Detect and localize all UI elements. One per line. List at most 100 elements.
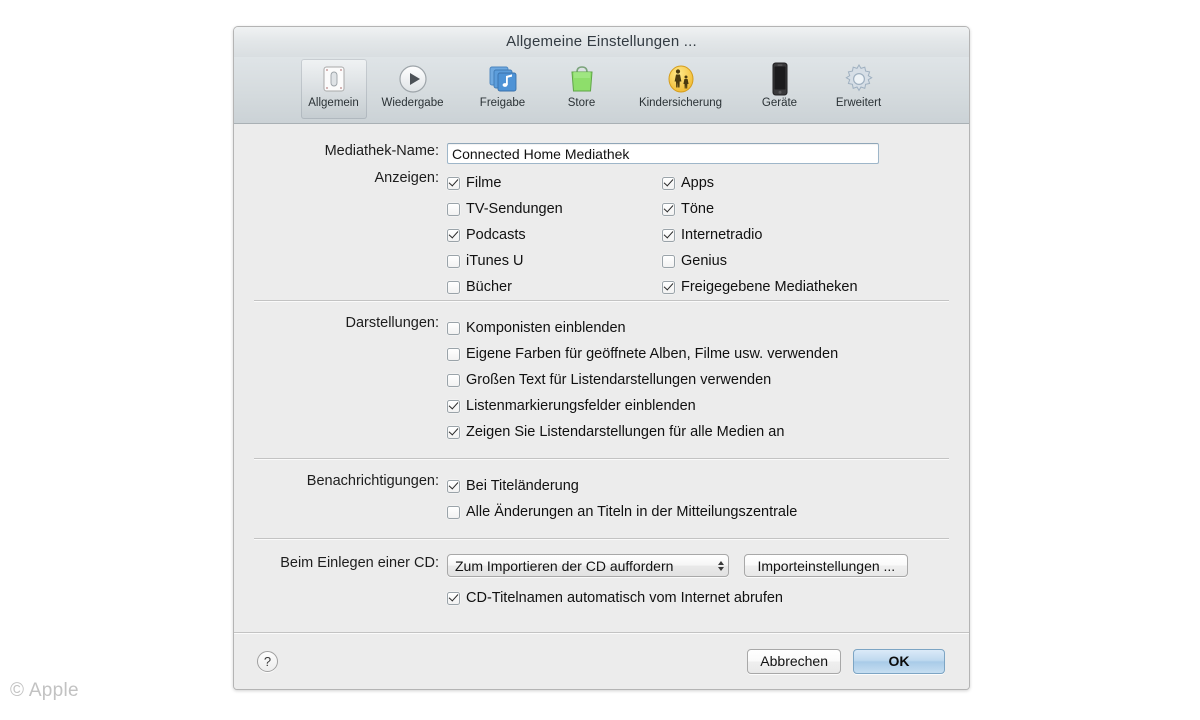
checkbox-label: Freigegebene Mediatheken	[681, 279, 858, 295]
checkbox-label: Genius	[681, 253, 727, 269]
checkbox-row-podcasts[interactable]: Podcasts	[447, 222, 662, 248]
checkbox-tv-sendungen[interactable]	[447, 202, 460, 216]
checkbox-label: iTunes U	[466, 253, 524, 269]
checkbox-row-grosser-text[interactable]: Großen Text für Listendarstellungen verw…	[447, 367, 969, 393]
screenshot-root: Allgemeine Einstellungen ... Allgemein W…	[0, 0, 1200, 720]
checkbox-label: Zeigen Sie Listendarstellungen für alle …	[466, 424, 785, 440]
checkbox-row-toene[interactable]: Töne	[662, 196, 962, 222]
checkbox-itunes-u[interactable]	[447, 254, 460, 268]
checkbox-row-buecher[interactable]: Bücher	[447, 274, 662, 300]
checkbox-row-eigene-farben[interactable]: Eigene Farben für geöffnete Alben, Filme…	[447, 341, 969, 367]
checkbox-row-alle-aenderungen[interactable]: Alle Änderungen an Titeln in der Mitteil…	[447, 499, 969, 525]
library-name-input-wrap	[447, 143, 879, 164]
section-notifications: Benachrichtigungen: Bei Titeländerung Al…	[234, 459, 969, 538]
checkbox-row-listenmarkierungsfelder[interactable]: Listenmarkierungsfelder einblenden	[447, 393, 969, 419]
checkbox-filme[interactable]	[447, 176, 460, 190]
checkbox-label: Bücher	[466, 279, 512, 295]
checkbox-label: Listenmarkierungsfelder einblenden	[466, 398, 696, 414]
window-title: Allgemeine Einstellungen ...	[506, 33, 697, 50]
checkbox-freigegebene-mediatheken[interactable]	[662, 280, 675, 294]
checkbox-listendarstellungen-alle-medien[interactable]	[447, 425, 460, 439]
watermark: © Apple	[10, 680, 79, 701]
notifications-label: Benachrichtigungen:	[306, 473, 439, 489]
checkbox-apps[interactable]	[662, 176, 675, 190]
toolbar-label: Store	[567, 97, 596, 109]
section-views: Darstellungen: Komponisten einblenden Ei…	[234, 301, 969, 458]
checkbox-row-listendarstellungen-alle-medien[interactable]: Zeigen Sie Listendarstellungen für alle …	[447, 419, 969, 445]
checkbox-row-freigegebene-mediatheken[interactable]: Freigegebene Mediatheken	[662, 274, 962, 300]
toolbar-item-store[interactable]: Store	[549, 59, 615, 119]
toolbar-item-kindersicherung[interactable]: Kindersicherung	[617, 59, 745, 119]
checkbox-listenmarkierungsfelder[interactable]	[447, 399, 460, 413]
library-name-input[interactable]	[447, 143, 879, 164]
checkbox-internetradio[interactable]	[662, 228, 675, 242]
checkbox-grossen-text[interactable]	[447, 373, 460, 387]
preferences-pane: Mediathek-Name: Anzeigen:	[234, 124, 969, 632]
checkbox-row-internetradio[interactable]: Internetradio	[662, 222, 962, 248]
checkbox-bei-titelaenderung[interactable]	[447, 479, 460, 493]
window-titlebar[interactable]: Allgemeine Einstellungen ...	[234, 27, 969, 57]
section-show: Anzeigen: Filme TV-Sendungen Podcasts iT…	[234, 164, 969, 300]
cancel-button[interactable]: Abbrechen	[747, 648, 841, 674]
toolbar-label: Wiedergabe	[381, 97, 444, 109]
section-cd: Beim Einlegen einer CD: Zum Importieren …	[234, 539, 969, 625]
checkbox-alle-aenderungen[interactable]	[447, 505, 460, 519]
devices-iphone-icon	[763, 62, 797, 96]
toolbar-label: Freigabe	[479, 97, 526, 109]
parental-control-icon	[664, 62, 698, 96]
checkbox-toene[interactable]	[662, 202, 675, 216]
checkbox-row-bei-titelaenderung[interactable]: Bei Titeländerung	[447, 473, 969, 499]
checkbox-genius[interactable]	[662, 254, 675, 268]
cd-action-popup[interactable]: Zum Importieren der CD auffordern	[447, 554, 729, 577]
section-library-name: Mediathek-Name:	[234, 124, 969, 164]
playback-play-icon	[396, 62, 430, 96]
advanced-gear-icon	[842, 62, 876, 96]
checkbox-podcasts[interactable]	[447, 228, 460, 242]
toolbar-item-freigabe[interactable]: Freigabe	[459, 59, 547, 119]
checkbox-eigene-farben[interactable]	[447, 347, 460, 361]
toolbar-item-wiedergabe[interactable]: Wiedergabe	[369, 59, 457, 119]
checkbox-cd-titelnamen[interactable]	[447, 591, 460, 605]
show-column-left: Filme TV-Sendungen Podcasts iTunes U Büc…	[447, 170, 662, 300]
cd-action-popup-value: Zum Importieren der CD auffordern	[455, 557, 674, 574]
checkbox-label: Podcasts	[466, 227, 526, 243]
show-column-right: Apps Töne Internetradio Genius Freigegeb…	[662, 170, 962, 300]
checkbox-label: Filme	[466, 175, 502, 191]
checkbox-label: Apps	[681, 175, 715, 191]
toolbar-label: Allgemein	[308, 97, 359, 109]
general-icon	[317, 62, 351, 96]
checkbox-label: CD-Titelnamen automatisch vom Internet a…	[466, 590, 783, 606]
preferences-window: Allgemeine Einstellungen ... Allgemein W…	[233, 26, 970, 690]
checkbox-label: Töne	[681, 201, 715, 217]
checkbox-row-filme[interactable]: Filme	[447, 170, 662, 196]
toolbar-label: Kindersicherung	[638, 97, 723, 109]
toolbar-label: Geräte	[761, 97, 798, 109]
checkbox-row-komponisten[interactable]: Komponisten einblenden	[447, 315, 969, 341]
toolbar-item-allgemein[interactable]: Allgemein	[300, 59, 367, 119]
checkbox-komponisten-einblenden[interactable]	[447, 321, 460, 335]
toolbar-item-geraete[interactable]: Geräte	[747, 59, 813, 119]
checkbox-label: Großen Text für Listendarstellungen verw…	[466, 372, 772, 388]
checkbox-buecher[interactable]	[447, 280, 460, 294]
checkbox-label: TV-Sendungen	[466, 201, 563, 217]
sharing-icon	[486, 62, 520, 96]
ok-button[interactable]: OK	[853, 648, 945, 674]
checkbox-row-apps[interactable]: Apps	[662, 170, 962, 196]
checkbox-row-itunes-u[interactable]: iTunes U	[447, 248, 662, 274]
checkbox-row-tv-sendungen[interactable]: TV-Sendungen	[447, 196, 662, 222]
checkbox-label: Alle Änderungen an Titeln in der Mitteil…	[466, 504, 798, 520]
cd-checkbox-area: CD-Titelnamen automatisch vom Internet a…	[252, 585, 969, 611]
checkbox-row-genius[interactable]: Genius	[662, 248, 962, 274]
checkbox-row-cd-titelnamen[interactable]: CD-Titelnamen automatisch vom Internet a…	[447, 585, 969, 611]
checkbox-label: Komponisten einblenden	[466, 320, 626, 336]
help-icon[interactable]: ?	[257, 650, 278, 672]
checkbox-label: Eigene Farben für geöffnete Alben, Filme…	[466, 346, 839, 362]
checkbox-label: Internetradio	[681, 227, 763, 243]
toolbar-item-erweitert[interactable]: Erweitert	[815, 59, 903, 119]
views-label: Darstellungen:	[345, 315, 440, 331]
checkbox-label: Bei Titeländerung	[466, 478, 579, 494]
preferences-toolbar: Allgemein Wiedergabe Freigabe Store Kind…	[234, 57, 969, 124]
import-settings-button[interactable]: Importeinstellungen ...	[744, 554, 909, 577]
store-bag-icon	[565, 62, 599, 96]
library-name-label: Mediathek-Name:	[324, 143, 439, 159]
